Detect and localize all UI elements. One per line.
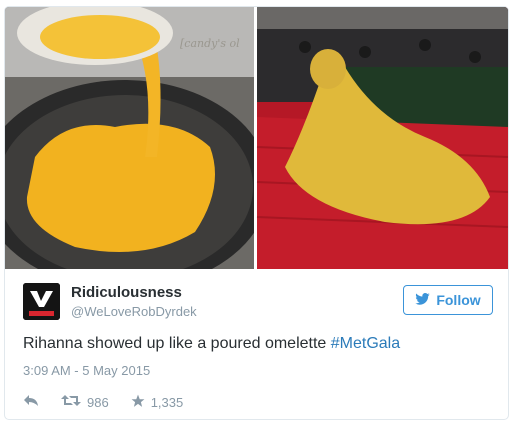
- tweet-header: Ridiculousness @WeLoveRobDyrdek Follow: [23, 283, 493, 323]
- reply-arrow-icon: [23, 394, 39, 410]
- author-handle[interactable]: @WeLoveRobDyrdek: [71, 304, 197, 319]
- author-name[interactable]: Ridiculousness: [71, 284, 182, 301]
- twitter-bird-icon: [415, 292, 431, 308]
- favorite-button[interactable]: 1,335: [131, 394, 184, 411]
- follow-label: Follow: [436, 292, 481, 308]
- tweet-media[interactable]: [candy's ol: [5, 7, 508, 269]
- retweet-button[interactable]: 986: [61, 394, 109, 410]
- hashtag-link[interactable]: #MetGala: [331, 335, 400, 352]
- red-carpet-photo[interactable]: [256, 7, 508, 269]
- retweet-icon: [61, 394, 81, 410]
- tweet-body: Rihanna showed up like a poured omelette: [23, 335, 331, 352]
- image-watermark: [candy's ol: [180, 37, 240, 50]
- tweet-text: Rihanna showed up like a poured omelette…: [23, 335, 400, 353]
- avatar[interactable]: [23, 283, 60, 320]
- reply-button[interactable]: [23, 394, 39, 410]
- omelette-photo[interactable]: [candy's ol: [5, 7, 270, 269]
- retweet-count: 986: [87, 394, 109, 410]
- favorite-count: 1,335: [150, 394, 184, 410]
- follow-button[interactable]: Follow: [403, 285, 493, 315]
- tweet-card: [candy's ol Ridiculousness @WeLoveRobDyr…: [4, 6, 509, 420]
- star-icon: [131, 394, 145, 411]
- tweet-timestamp[interactable]: 3:09 AM - 5 May 2015: [23, 363, 150, 378]
- tweet-actions: 986 1,335: [23, 392, 205, 412]
